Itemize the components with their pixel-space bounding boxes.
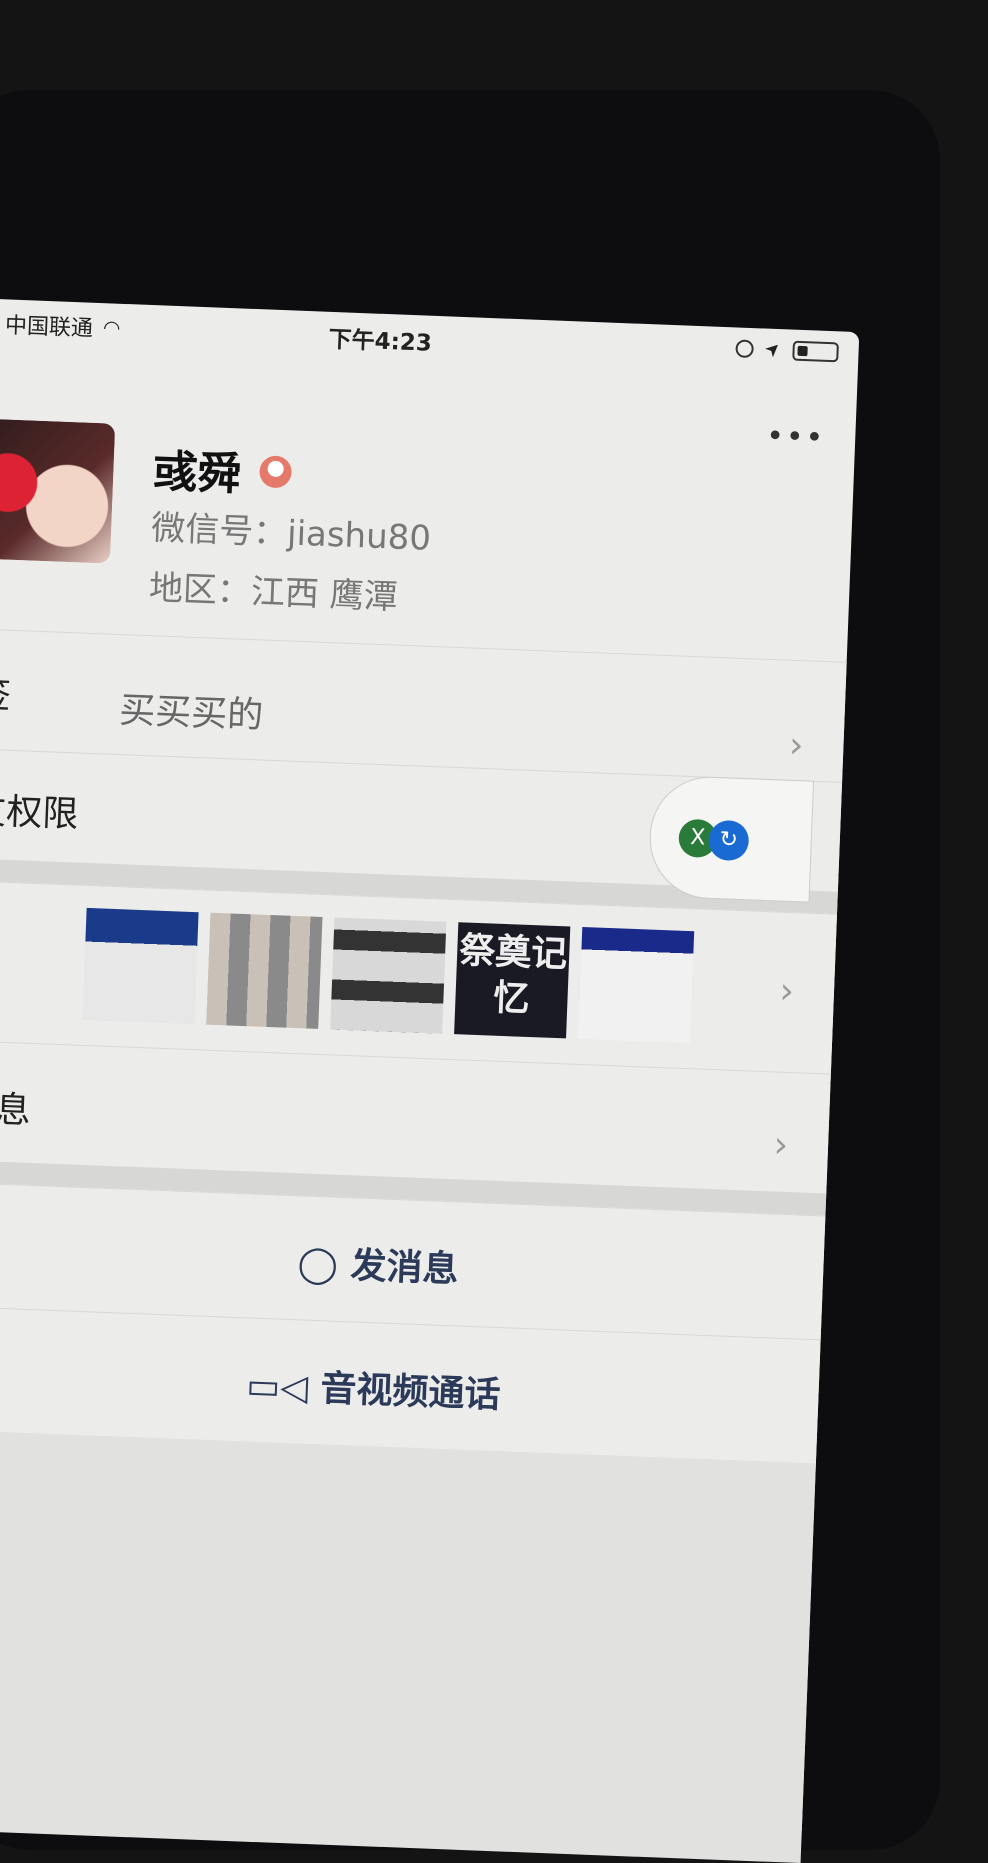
chevron-right-icon: › xyxy=(772,1124,789,1167)
wechat-id: 微信号：jiashu80 xyxy=(150,508,432,559)
row-label: 友权限 xyxy=(0,790,80,836)
row-moments[interactable]: 圈 祭奠记忆 › xyxy=(0,879,838,1075)
chevron-right-icon: › xyxy=(778,970,795,1013)
more-dots-icon[interactable]: ••• xyxy=(766,419,826,456)
phone-screen: 中国联通 ◠ 下午4:23 ➤ ‹ ••• 彧舜 微信号：jiashu80 地区… xyxy=(0,298,860,1863)
moments-thumbnails: 祭奠记忆 xyxy=(82,907,695,1044)
video-camera-icon: ▭◁ xyxy=(245,1365,322,1410)
row-label: 言息 xyxy=(0,1088,32,1132)
moment-thumbnail xyxy=(330,917,447,1034)
row-label: 圈 xyxy=(0,937,1,990)
chat-bubble-icon: ◯ xyxy=(296,1243,352,1287)
moment-thumbnail xyxy=(578,926,695,1044)
carrier-label: 中国联通 xyxy=(4,313,94,342)
row-label: 签 xyxy=(0,674,12,717)
region: 地区：江西 鹰潭 xyxy=(148,568,399,618)
chevron-right-icon: › xyxy=(788,724,805,767)
female-gender-icon xyxy=(258,455,293,489)
tag-value: 买买买的 xyxy=(118,690,264,737)
moment-thumbnail xyxy=(82,907,199,1025)
status-time: 下午4:23 xyxy=(328,326,433,357)
moment-thumbnail xyxy=(206,912,323,1029)
back-chevron-icon[interactable]: ‹ xyxy=(0,355,4,402)
refresh-app-icon[interactable]: ↻ xyxy=(707,819,750,862)
contact-name: 彧舜 xyxy=(152,446,243,501)
moment-thumbnail: 祭奠记忆 xyxy=(454,922,571,1039)
avatar[interactable] xyxy=(0,417,116,564)
send-message-label: 发消息 xyxy=(349,1245,460,1291)
location-arrow-icon: ➤ xyxy=(760,336,786,363)
floating-app-bubble[interactable]: X ↻ xyxy=(647,774,815,903)
video-call-label: 音视频通话 xyxy=(319,1368,502,1417)
battery-icon xyxy=(792,340,839,362)
rotation-lock-icon xyxy=(735,338,754,358)
bottom-area xyxy=(0,1429,816,1863)
wifi-icon: ◠ xyxy=(102,315,121,340)
